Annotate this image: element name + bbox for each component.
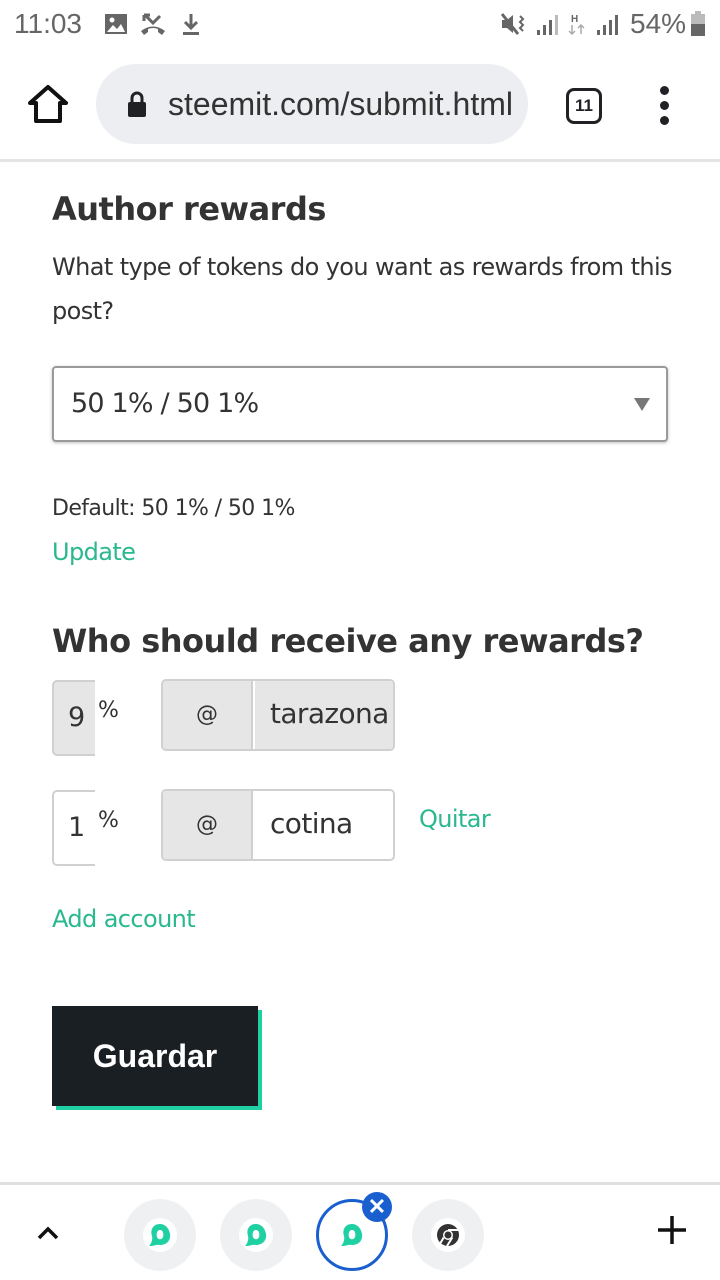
save-button[interactable]: Guardar <box>52 1006 258 1106</box>
toolbar-divider <box>0 159 720 162</box>
at-sign-addon: @ <box>163 681 253 749</box>
chrome-icon <box>431 1218 465 1252</box>
percent-sign: % <box>98 808 119 833</box>
author-rewards-heading: Author rewards <box>52 190 326 228</box>
download-icon <box>183 14 199 35</box>
account-input-group: @ tarazona <box>161 679 395 751</box>
percent-input: 9 <box>52 680 95 756</box>
add-account-link[interactable]: Add account <box>52 905 196 933</box>
tab-thumbnail[interactable] <box>124 1199 196 1271</box>
image-icon <box>105 14 127 34</box>
url-bar[interactable]: steemit.com/submit.html <box>96 64 528 144</box>
beneficiaries-heading: Who should receive any rewards? <box>52 622 644 660</box>
percent-input[interactable]: 1 <box>52 790 95 866</box>
close-tab-icon[interactable]: ✕ <box>362 1192 392 1222</box>
hspa-data-icon: H <box>568 14 585 36</box>
author-rewards-description: What type of tokens do you want as rewar… <box>52 253 673 325</box>
at-sign-addon: @ <box>163 791 253 859</box>
svg-text:H: H <box>571 14 578 25</box>
overflow-menu-icon[interactable] <box>654 86 674 130</box>
rewards-type-select[interactable]: 50 1% / 50 1% <box>52 366 668 442</box>
status-bar: 11:03 H 54% <box>0 0 720 52</box>
new-tab-plus-icon[interactable] <box>656 1214 688 1246</box>
steemit-icon <box>335 1218 369 1252</box>
account-input: tarazona <box>255 681 393 749</box>
default-rewards-label: Default: 50 1% / 50 1% <box>52 496 295 521</box>
browser-toolbar: steemit.com/submit.html 11 <box>0 52 720 160</box>
battery-icon <box>691 11 705 36</box>
steemit-icon <box>239 1218 273 1252</box>
tab-thumbnail[interactable] <box>220 1199 292 1271</box>
home-icon[interactable] <box>26 82 70 126</box>
caret-down-icon <box>634 398 650 411</box>
signal-icon <box>597 15 618 35</box>
chevron-up-icon[interactable] <box>36 1221 60 1245</box>
url-text[interactable]: steemit.com/submit.html <box>168 84 513 124</box>
remove-beneficiary-link[interactable]: Quitar <box>419 805 491 833</box>
percent-sign: % <box>98 698 119 723</box>
account-input[interactable]: cotina <box>255 791 393 859</box>
steemit-icon <box>143 1218 177 1252</box>
update-link[interactable]: Update <box>52 538 136 566</box>
vibrate-mute-icon <box>500 13 525 35</box>
missed-call-icon <box>141 13 165 35</box>
signal-icon <box>537 15 558 35</box>
rewards-type-value: 50 1% / 50 1% <box>71 388 259 419</box>
lock-icon <box>128 91 146 117</box>
status-time: 11:03 <box>14 8 82 39</box>
account-input-group: @ cotina <box>161 789 395 861</box>
tab-thumbnail[interactable] <box>412 1199 484 1271</box>
battery-percent: 54% <box>630 8 687 39</box>
tab-switcher-button[interactable]: 11 <box>566 88 602 124</box>
tab-strip <box>0 1182 720 1280</box>
